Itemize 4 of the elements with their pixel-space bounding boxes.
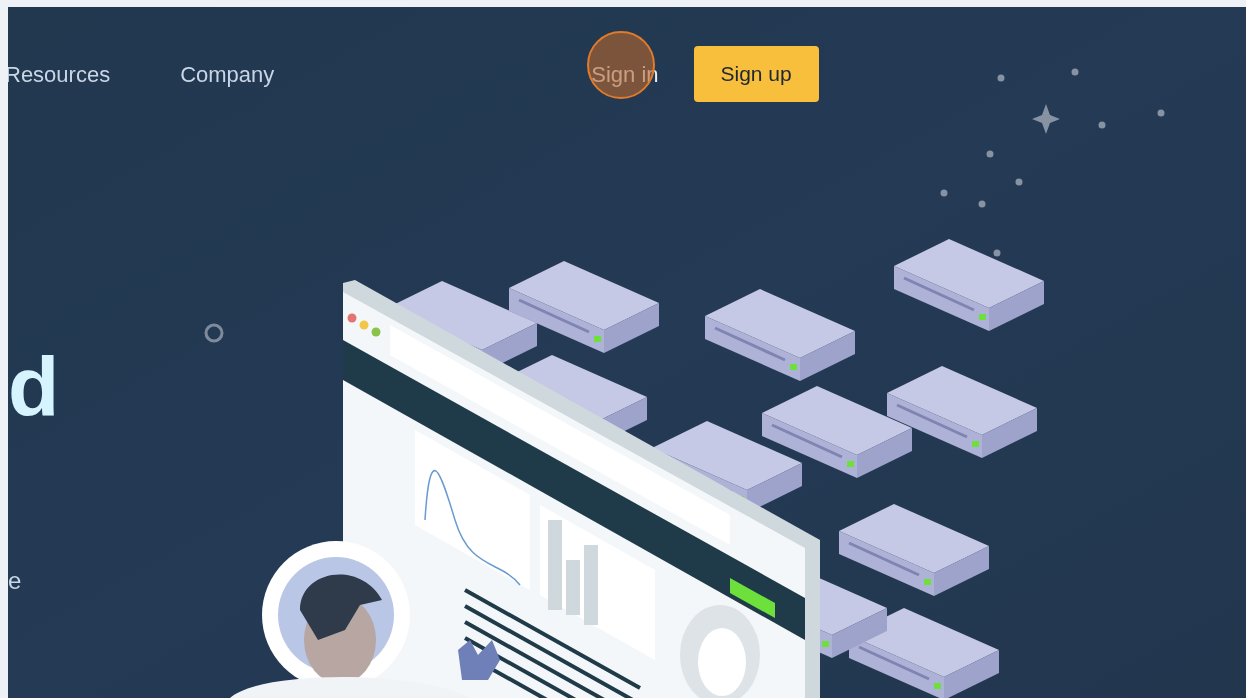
sign-up-button[interactable]: Sign up — [693, 46, 819, 102]
nav-link[interactable]: Company — [180, 57, 275, 91]
hero-text: e — [8, 569, 23, 593]
hero-heading: d — [8, 345, 61, 429]
